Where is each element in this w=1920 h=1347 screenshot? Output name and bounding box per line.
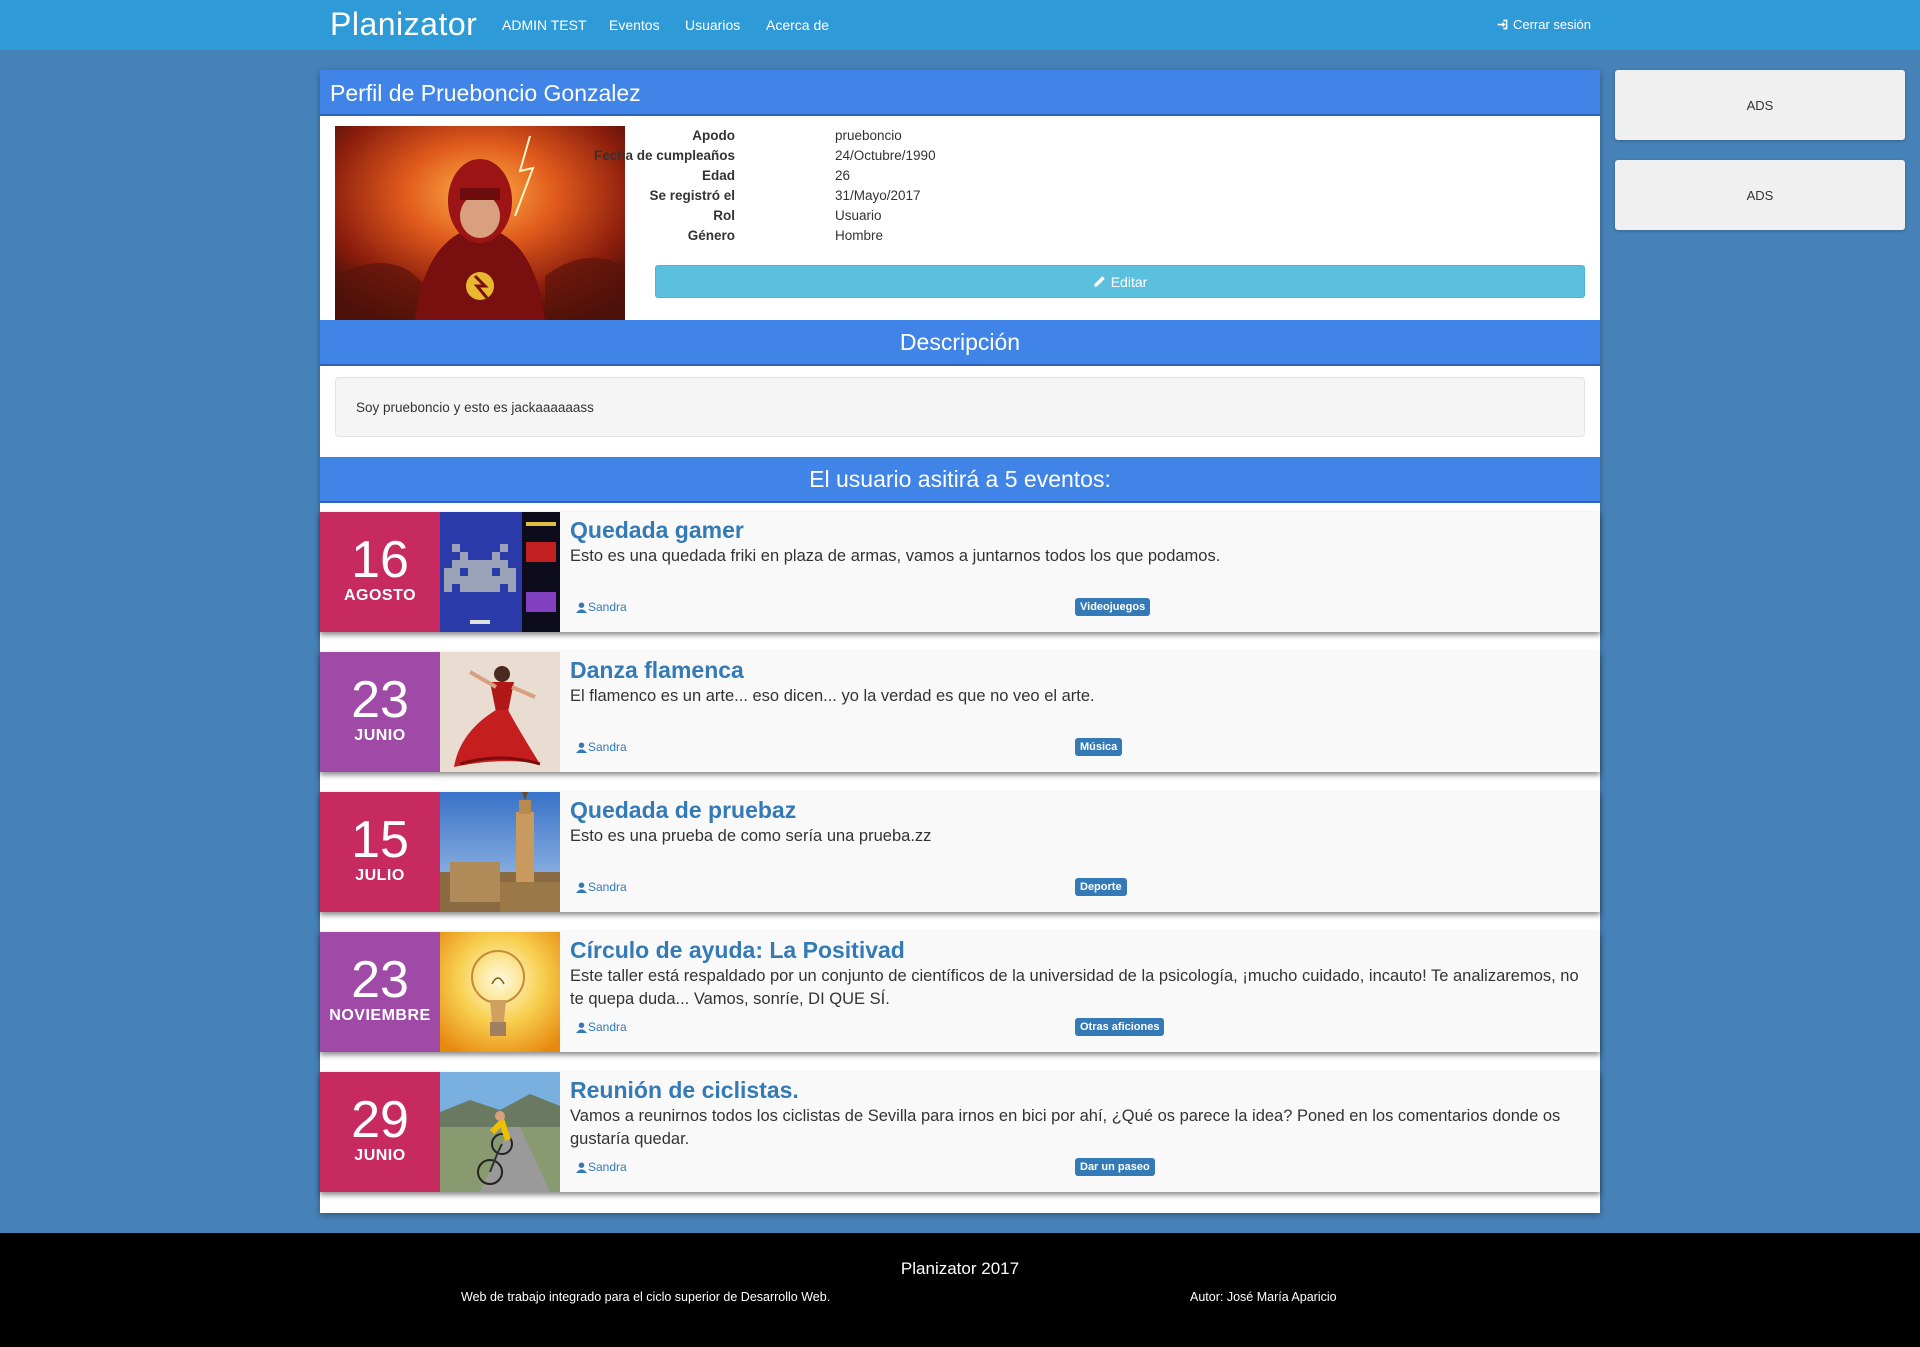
logout-link[interactable]: Cerrar sesión: [1496, 17, 1591, 32]
event-month: JUNIO: [354, 727, 406, 744]
nav-link-acerca-de[interactable]: Acerca de: [766, 17, 829, 33]
event-description: Este taller está respaldado por un conju…: [570, 967, 1579, 1008]
nav-link-eventos[interactable]: Eventos: [609, 17, 660, 33]
field-apodo: Apodo prueboncio: [320, 128, 1320, 146]
event-card[interactable]: 23 NOVIEMBRE Círculo de ayuda: La Positi…: [320, 932, 1600, 1052]
user-icon: [576, 1021, 587, 1033]
event-category-badge[interactable]: Dar un paseo: [1075, 1158, 1155, 1176]
event-title[interactable]: Danza flamenca: [570, 657, 744, 684]
event-title[interactable]: Círculo de ayuda: La Positivad: [570, 937, 905, 964]
footer: Planizator 2017 Web de trabajo integrado…: [0, 1233, 1920, 1347]
user-icon: [576, 601, 587, 613]
event-author-name: Sandra: [588, 1020, 627, 1034]
event-author-name: Sandra: [588, 880, 627, 894]
profile-panel: Perfil de Prueboncio Gonzalez Apodo prue…: [320, 70, 1600, 1213]
field-label: Apodo: [692, 128, 735, 143]
event-description: Esto es una quedada friki en plaza de ar…: [570, 547, 1221, 565]
field-registro: Se registró el 31/Mayo/2017: [320, 188, 1320, 206]
field-edad: Edad 26: [320, 168, 1320, 186]
user-icon: [576, 881, 587, 893]
event-author-name: Sandra: [588, 1160, 627, 1174]
event-title[interactable]: Quedada de pruebaz: [570, 797, 796, 824]
nav-link-usuarios[interactable]: Usuarios: [685, 17, 740, 33]
field-value: Usuario: [835, 208, 882, 223]
event-category-badge[interactable]: Videojuegos: [1075, 598, 1151, 616]
field-rol: Rol Usuario: [320, 208, 1320, 226]
brand-logo[interactable]: Planizator: [330, 6, 477, 43]
description-heading: Descripción: [320, 320, 1600, 366]
event-day: 16: [351, 531, 409, 589]
event-month: NOVIEMBRE: [329, 1007, 431, 1024]
pencil-icon: [1093, 276, 1105, 287]
event-date: 23 JUNIO: [320, 652, 440, 772]
ad-label: ADS: [1746, 97, 1774, 113]
event-author-name: Sandra: [588, 600, 627, 614]
event-day: 23: [351, 671, 409, 729]
event-month: AGOSTO: [343, 587, 417, 604]
event-date: 16 AGOSTO: [320, 512, 440, 632]
profile-title: Perfil de Prueboncio Gonzalez: [320, 70, 1600, 116]
nav-link-admin-test[interactable]: ADMIN TEST: [502, 17, 587, 33]
user-icon: [576, 741, 587, 753]
event-author[interactable]: Sandra: [576, 1020, 627, 1034]
event-image[interactable]: [440, 932, 560, 1052]
field-value: 31/Mayo/2017: [835, 188, 921, 203]
field-cumpleanos: Fecha de cumpleaños 24/Octubre/1990: [320, 148, 1320, 166]
event-day: 15: [351, 811, 409, 869]
event-description: Vamos a reunirnos todos los ciclistas de…: [570, 1107, 1561, 1148]
event-image[interactable]: [440, 1072, 560, 1192]
event-month: JUNIO: [354, 1147, 406, 1164]
event-category-badge[interactable]: Deporte: [1075, 878, 1127, 896]
event-author[interactable]: Sandra: [576, 740, 627, 754]
field-value: 26: [835, 168, 851, 183]
event-image[interactable]: [440, 512, 560, 632]
ad-box[interactable]: ADS: [1615, 70, 1905, 140]
event-day: 23: [351, 951, 409, 1009]
event-category-badge[interactable]: Otras aficiones: [1075, 1018, 1165, 1036]
event-date: 23 NOVIEMBRE: [320, 932, 440, 1052]
sign-in-icon: [1497, 19, 1508, 30]
field-genero: Género Hombre: [320, 228, 1320, 246]
event-author[interactable]: Sandra: [576, 600, 627, 614]
ad-label: ADS: [1746, 187, 1774, 203]
field-label: Edad: [701, 168, 735, 183]
navbar: Planizator ADMIN TEST Eventos Usuarios A…: [0, 0, 1920, 50]
event-card[interactable]: 29 JUNIO Reunión de ciclistas. Vamos a r…: [320, 1072, 1600, 1192]
event-date: 15 JULIO: [320, 792, 440, 912]
footer-title: Planizator 2017: [900, 1259, 1020, 1278]
events-heading: El usuario asitirá a 5 eventos:: [320, 457, 1600, 503]
event-day: 29: [351, 1091, 409, 1149]
description-box: Soy prueboncio y esto es jackaaaaaass: [335, 377, 1585, 437]
field-value: prueboncio: [835, 128, 902, 143]
event-card[interactable]: 23 JUNIO Danza flamenca El flamenco es u…: [320, 652, 1600, 772]
edit-profile-button[interactable]: Editar: [655, 265, 1585, 298]
event-author[interactable]: Sandra: [576, 880, 627, 894]
event-image[interactable]: [440, 652, 560, 772]
event-card[interactable]: 15 JULIO Quedada de pruebaz Esto es una …: [320, 792, 1600, 912]
event-category-badge[interactable]: Música: [1075, 738, 1123, 756]
event-description: Esto es una prueba de como sería una pru…: [570, 827, 932, 845]
logout-label: Cerrar sesión: [1512, 17, 1591, 32]
event-author[interactable]: Sandra: [576, 1160, 627, 1174]
event-title[interactable]: Quedada gamer: [570, 517, 744, 544]
edit-label: Editar: [1110, 273, 1148, 290]
footer-description: Web de trabajo integrado para el ciclo s…: [461, 1290, 831, 1304]
footer-author: Autor: José María Aparicio: [1190, 1290, 1337, 1304]
event-date: 29 JUNIO: [320, 1072, 440, 1192]
event-month: JULIO: [355, 867, 405, 884]
user-icon: [576, 1161, 587, 1173]
event-title[interactable]: Reunión de ciclistas.: [570, 1077, 799, 1104]
event-description: El flamenco es un arte... eso dicen... y…: [570, 687, 1095, 705]
ad-box[interactable]: ADS: [1615, 160, 1905, 230]
field-label: Rol: [713, 208, 735, 223]
field-label: Se registró el: [649, 188, 735, 203]
field-value: Hombre: [835, 228, 884, 243]
event-image[interactable]: [440, 792, 560, 912]
event-author-name: Sandra: [588, 740, 627, 754]
field-label: Fecha de cumpleaños: [593, 148, 735, 163]
field-label: Género: [687, 228, 735, 243]
field-value: 24/Octubre/1990: [835, 148, 936, 163]
event-card[interactable]: 16 AGOSTO Quedada gamer Esto es una qued…: [320, 512, 1600, 632]
